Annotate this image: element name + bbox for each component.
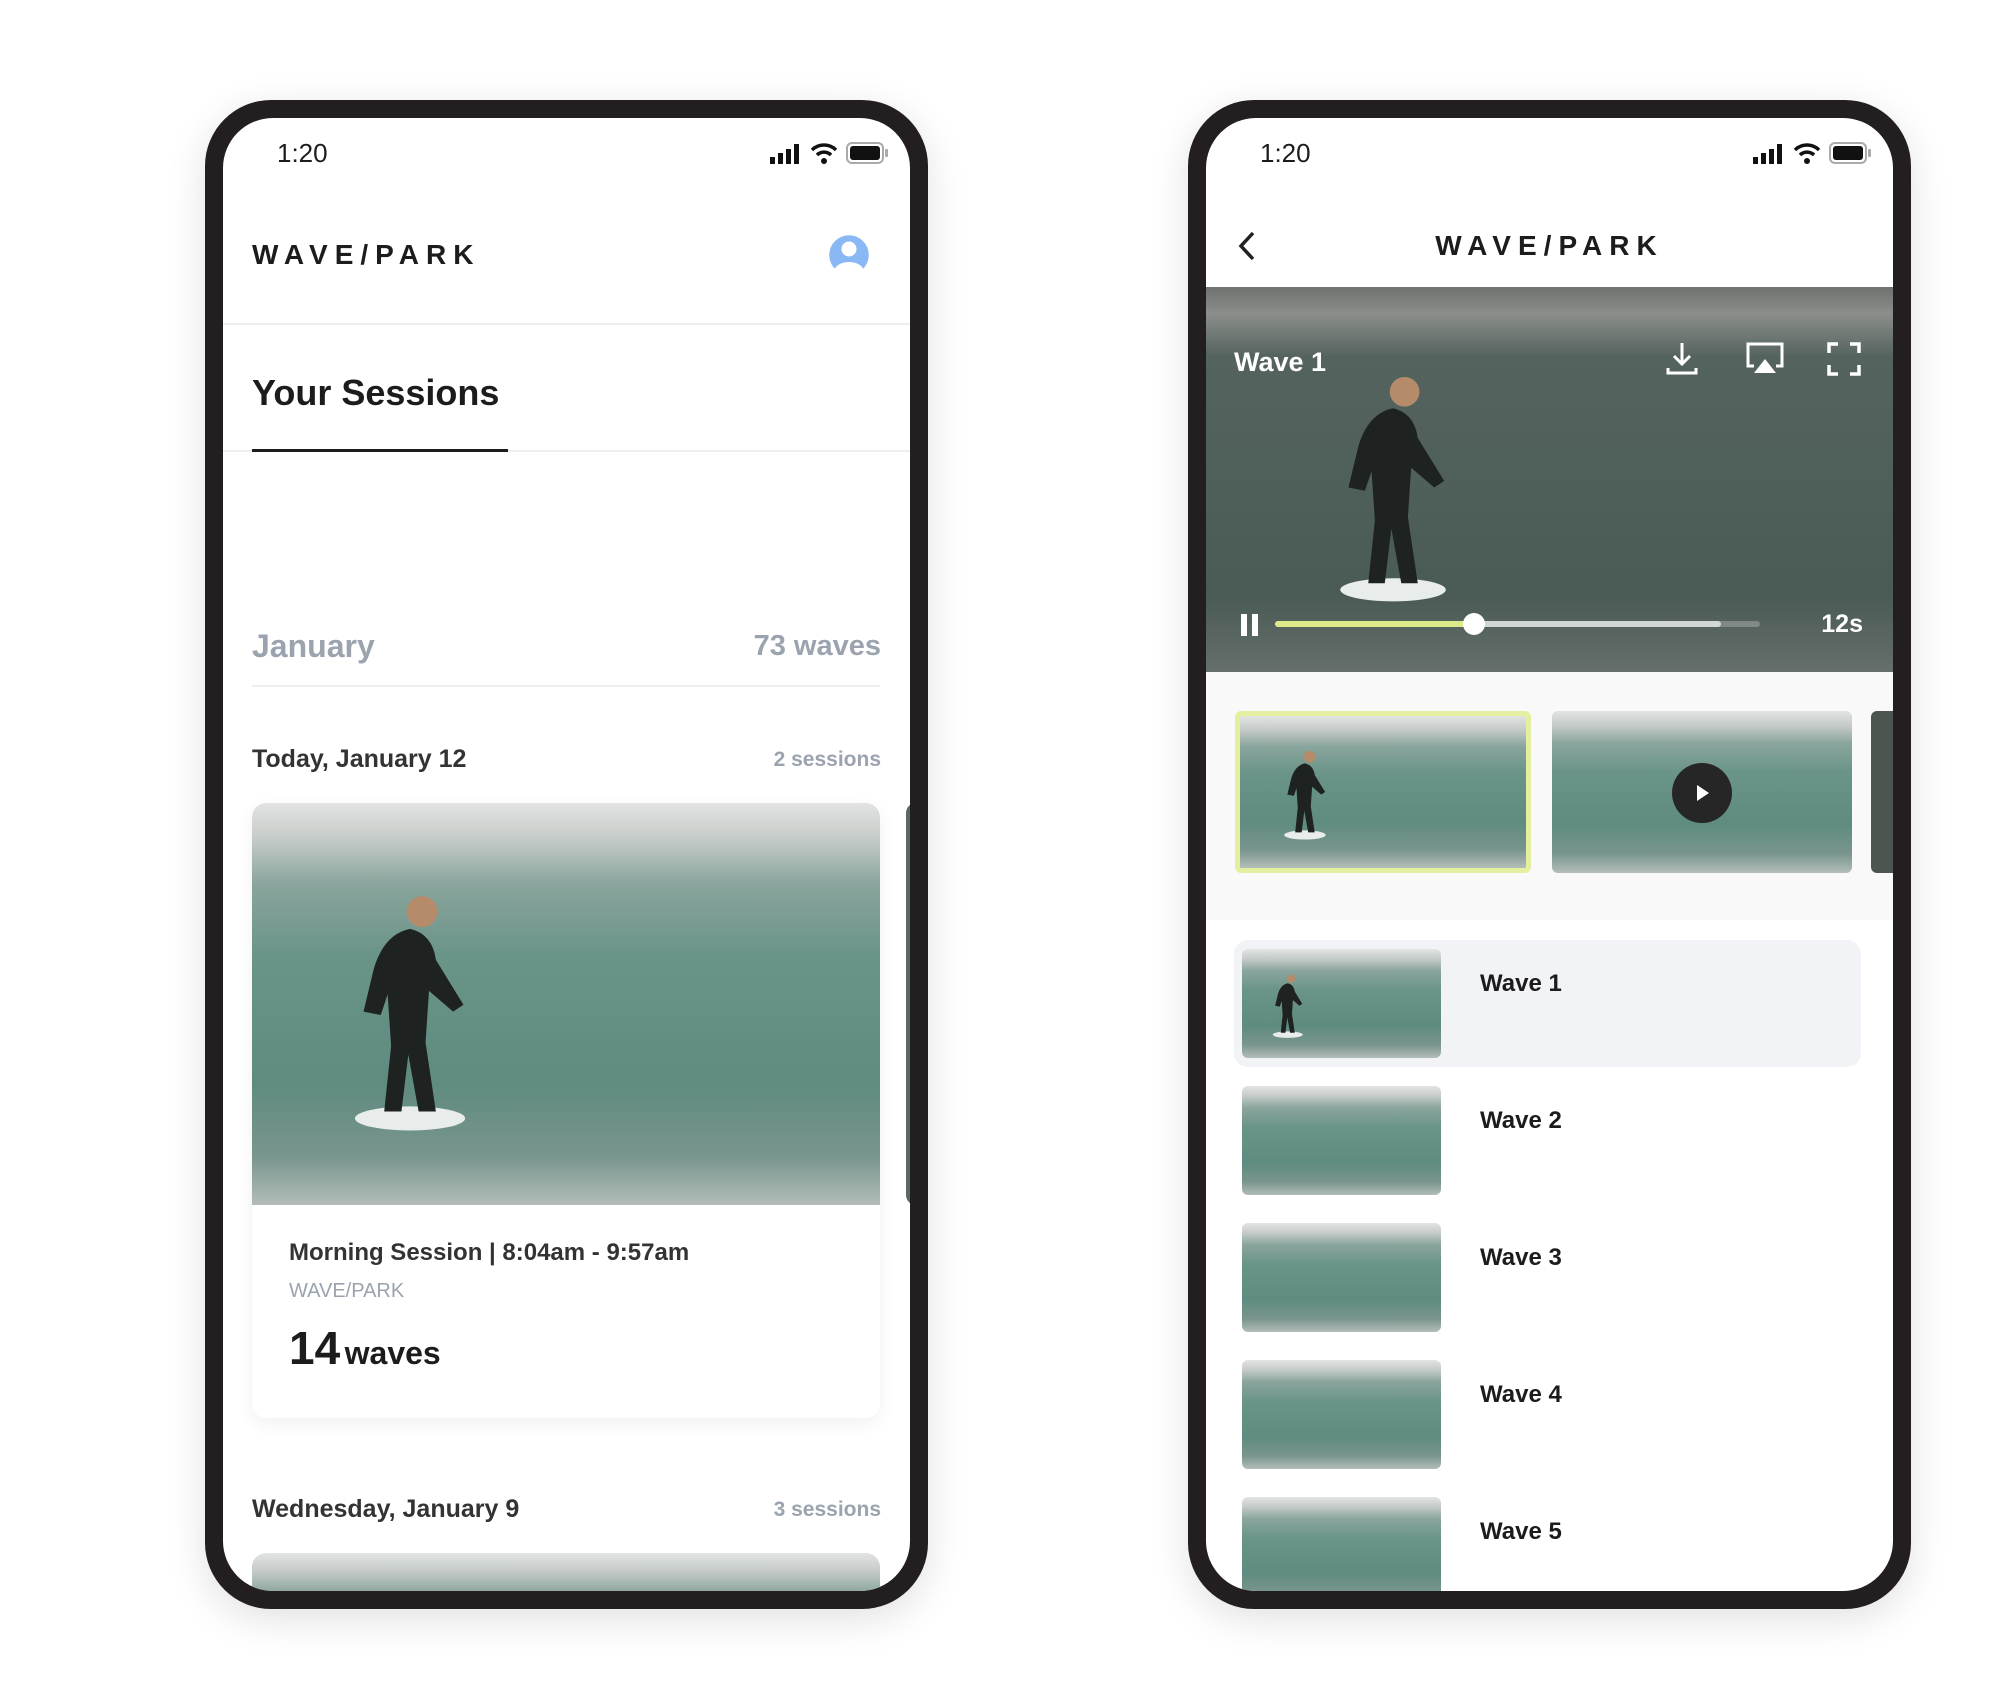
next-card-peek[interactable] xyxy=(906,1553,910,1591)
signal-icon xyxy=(1753,144,1782,164)
wave-thumbnail xyxy=(1242,1360,1441,1469)
active-tab-underline xyxy=(252,449,508,452)
surfer-image xyxy=(354,896,465,1131)
airplay-icon[interactable] xyxy=(1745,341,1785,377)
session-wave-count: 14 waves xyxy=(289,1321,441,1375)
brand-logo: WAVE/PARK xyxy=(252,239,481,270)
month-wave-count: 73 waves xyxy=(753,630,881,662)
video-duration: 12s xyxy=(1821,610,1863,638)
surfer-image xyxy=(1340,376,1446,602)
status-time: 1:20 xyxy=(277,138,328,168)
wave-list-item[interactable]: Wave 3 xyxy=(1234,1214,1861,1341)
wave-label: Wave 1 xyxy=(1480,970,1562,997)
surfer-image xyxy=(1283,751,1326,840)
signal-icon xyxy=(770,144,799,164)
day-session-count: 2 sessions xyxy=(773,748,881,771)
player-screen: 1:20 WAVE/PARK Wave 1 12s Wave 1 Wave 2 Wa… xyxy=(1206,118,1893,1591)
month-divider xyxy=(252,685,880,687)
status-time: 1:20 xyxy=(1260,138,1311,168)
wave-thumbnail xyxy=(1242,1223,1441,1332)
phone-sessions: 1:20 WAVE/PARK Your Sessions January 73 … xyxy=(205,100,928,1609)
wave-thumbnail xyxy=(1242,1497,1441,1591)
video-player[interactable]: Wave 1 12s xyxy=(1206,287,1893,672)
carousel-thumb-peek[interactable] xyxy=(1871,711,1893,873)
wave-label: Wave 5 xyxy=(1480,1518,1562,1545)
battery-icon xyxy=(846,142,888,164)
wave-count-number: 14 xyxy=(289,1322,341,1374)
carousel-thumb-selected[interactable] xyxy=(1235,711,1531,873)
wave-thumbnail xyxy=(1242,949,1441,1058)
progress-track[interactable] xyxy=(1275,613,1760,635)
progress-knob[interactable] xyxy=(1462,613,1485,635)
wifi-icon xyxy=(810,143,838,164)
wave-carousel xyxy=(1206,672,1893,920)
session-title: Morning Session | 8:04am - 9:57am xyxy=(289,1239,690,1266)
download-icon[interactable] xyxy=(1664,341,1700,377)
wave-list-item[interactable]: Wave 2 xyxy=(1234,1077,1861,1204)
status-icons xyxy=(770,142,888,164)
wave-list-item[interactable]: Wave 4 xyxy=(1234,1351,1861,1478)
session-photo[interactable] xyxy=(252,1553,880,1591)
next-card-peek[interactable] xyxy=(906,803,910,1205)
wave-list-item[interactable]: Wave 5 xyxy=(1234,1488,1861,1591)
day-label: Wednesday, January 9 xyxy=(252,1495,520,1523)
pause-icon[interactable] xyxy=(1240,612,1260,638)
avatar-icon[interactable] xyxy=(826,232,872,278)
wave-count-unit: waves xyxy=(344,1335,441,1371)
day-label: Today, January 12 xyxy=(252,745,467,773)
brand-logo: WAVE/PARK xyxy=(1435,230,1664,261)
battery-icon xyxy=(1829,142,1871,164)
carousel-thumb[interactable] xyxy=(1552,711,1852,873)
progress-fill xyxy=(1275,621,1474,627)
wave-list-item[interactable]: Wave 1 xyxy=(1234,940,1861,1067)
play-icon[interactable] xyxy=(1672,763,1732,823)
phone-player: 1:20 WAVE/PARK Wave 1 12s Wave 1 Wave 2 Wa… xyxy=(1188,100,1911,1609)
session-location: WAVE/PARK xyxy=(289,1280,405,1302)
tab-your-sessions[interactable]: Your Sessions xyxy=(252,372,499,414)
wave-label: Wave 4 xyxy=(1480,1381,1562,1408)
surfer-image xyxy=(1272,974,1303,1038)
month-label: January xyxy=(252,628,375,664)
wave-label: Wave 2 xyxy=(1480,1107,1562,1134)
wave-label: Wave 3 xyxy=(1480,1244,1562,1271)
session-card[interactable]: Morning Session | 8:04am - 9:57am WAVE/P… xyxy=(252,803,880,1418)
header-divider xyxy=(223,323,910,325)
fullscreen-icon[interactable] xyxy=(1826,341,1862,377)
status-icons xyxy=(1753,142,1871,164)
wave-thumbnail xyxy=(1242,1086,1441,1195)
wifi-icon xyxy=(1793,143,1821,164)
session-photo xyxy=(252,803,880,1205)
day-session-count: 3 sessions xyxy=(773,1498,881,1521)
sessions-screen: 1:20 WAVE/PARK Your Sessions January 73 … xyxy=(223,118,910,1591)
